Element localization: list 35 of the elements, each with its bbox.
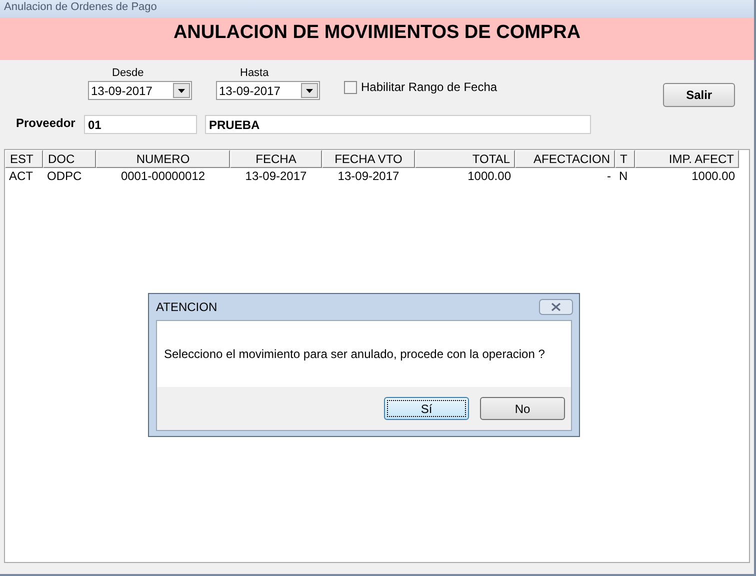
header-title: ANULACION DE MOVIMIENTOS DE COMPRA	[173, 22, 581, 44]
dialog-button[interactable]: Sí	[384, 397, 469, 420]
table-cell: 1000.00	[692, 169, 735, 183]
date-dropdown[interactable]: 13-09-2017	[88, 81, 192, 100]
supplier-code-field[interactable]: 01	[84, 115, 197, 134]
exit-button[interactable]: Salir	[663, 83, 736, 107]
checkbox-label: Habilitar Rango de Fecha	[361, 80, 498, 94]
column-header[interactable]: FECHA VTO	[322, 150, 415, 168]
column-header[interactable]: EST	[5, 150, 43, 168]
table-cell: 0001-00000012	[120, 169, 206, 183]
dialog-message: Selecciono el movimiento para ser anulado, procede con la operacion ?	[164, 347, 545, 361]
table-cell: 1000.00	[468, 169, 511, 183]
column-header[interactable]: T	[615, 150, 635, 168]
supplier-label: Proveedor	[16, 116, 76, 130]
table-cell: ODPC	[47, 169, 82, 183]
window-title: Anulacion de Ordenes de Pago	[4, 1, 157, 13]
supplier-name-field[interactable]: PRUEBA	[205, 115, 591, 134]
column-header[interactable]: AFECTACION	[515, 150, 615, 168]
table-cell: 13-09-2017	[338, 169, 400, 183]
column-header[interactable]: DOC	[43, 150, 96, 168]
table-cell: ACT	[9, 169, 33, 183]
column-header[interactable]: NUMERO	[96, 150, 230, 168]
date-dropdown[interactable]: 13-09-2017	[216, 81, 320, 100]
column-header[interactable]: TOTAL	[415, 150, 515, 168]
column-header[interactable]: IMP. AFECT	[635, 150, 739, 168]
table-cell: N	[619, 169, 628, 183]
date-label: Desde	[112, 67, 144, 79]
checkbox[interactable]	[344, 80, 357, 94]
close-icon[interactable]	[539, 299, 573, 315]
column-header[interactable]: FECHA	[230, 150, 322, 168]
dialog-title: ATENCION	[156, 300, 218, 314]
date-label: Hasta	[240, 67, 269, 79]
table-cell: 13-09-2017	[245, 169, 307, 183]
table-cell: -	[607, 169, 611, 183]
dialog-button[interactable]: No	[480, 397, 565, 420]
